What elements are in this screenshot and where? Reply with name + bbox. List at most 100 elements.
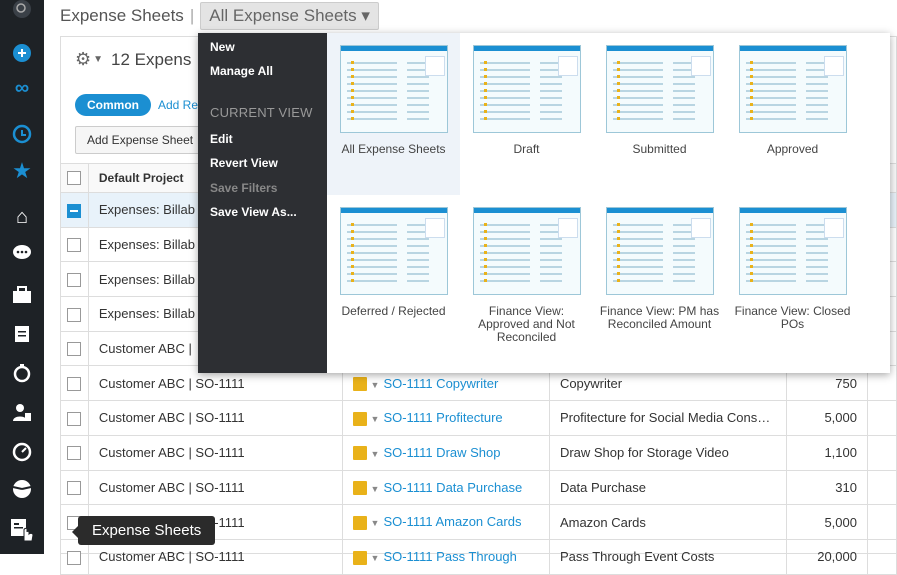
view-tile[interactable]: Finance View: Approved and Not Reconcile… — [460, 195, 593, 357]
menu-save-view-as[interactable]: Save View As... — [210, 205, 297, 219]
view-tile[interactable]: Finance View: Closed POs — [726, 195, 859, 357]
add-expense-sheet-button[interactable]: Add Expense Sheet — [75, 126, 206, 154]
view-tile-label: Approved — [766, 142, 819, 156]
list-header: ⚙ ▼ 12 Expens — [75, 49, 191, 70]
view-tile[interactable]: Finance View: PM has Reconciled Amount — [593, 195, 726, 357]
project-cell: Customer ABC | SO-1111 — [87, 434, 343, 471]
expense-sheet-cell[interactable]: ▼ SO-1111 Profitecture — [341, 400, 550, 436]
select-all-checkbox[interactable] — [60, 163, 89, 193]
extra-cell — [866, 469, 897, 506]
amount-cell: 5,000 — [786, 400, 868, 436]
clipboard-icon[interactable] — [0, 318, 44, 348]
table-row[interactable]: Customer ABC | SO-1111 ▼ SO-1111 Data Pur… — [60, 469, 897, 506]
chat-icon[interactable] — [0, 238, 44, 268]
search-icon[interactable] — [0, 0, 44, 24]
view-tile-label: All Expense Sheets — [341, 142, 446, 156]
description-cell: Pass Through Event Costs — [548, 538, 788, 575]
view-thumbnail — [739, 207, 847, 295]
expense-sheet-link[interactable]: SO-1111 Draw Shop — [383, 445, 500, 460]
extra-cell — [866, 400, 897, 436]
view-tile[interactable]: Draft — [460, 33, 593, 195]
description-cell: Data Purchase — [548, 469, 788, 506]
project-cell: Customer ABC | SO-1111 — [87, 469, 343, 506]
menu-current-view-header: CURRENT VIEW — [210, 105, 313, 120]
view-selector-dropdown[interactable]: All Expense Sheets ▾ — [200, 2, 379, 30]
view-thumbnail — [739, 45, 847, 133]
menu-manage-all[interactable]: Manage All — [210, 64, 273, 78]
view-thumbnail — [606, 207, 714, 295]
chevron-down-icon[interactable]: ▼ — [371, 484, 380, 494]
tab-common[interactable]: Common — [75, 94, 151, 116]
chevron-down-icon[interactable]: ▼ — [371, 518, 380, 528]
chevron-down-icon[interactable]: ▼ — [371, 380, 380, 390]
user-admin-icon[interactable] — [0, 397, 44, 427]
expense-sheet-link[interactable]: SO-1111 Copywriter — [383, 376, 498, 391]
row-checkbox[interactable] — [60, 400, 89, 436]
view-tile[interactable]: Deferred / Rejected — [327, 195, 460, 357]
view-tile[interactable]: All Expense Sheets — [327, 33, 460, 195]
description-cell: Amazon Cards — [548, 504, 788, 540]
infinity-icon[interactable]: ∞ — [0, 73, 44, 103]
view-thumbnail — [340, 207, 448, 295]
amount-cell: 20,000 — [786, 538, 868, 575]
breadcrumb-section[interactable]: Expense Sheets — [60, 6, 184, 26]
pie-chart-icon[interactable] — [0, 474, 44, 504]
sidebar: ∞ ★ ⌂ — [0, 0, 44, 554]
view-thumbnail — [606, 45, 714, 133]
menu-new[interactable]: New — [210, 40, 235, 54]
row-checkbox[interactable] — [60, 296, 89, 332]
add-report-link[interactable]: Add Re — [158, 98, 198, 112]
menu-save-filters: Save Filters — [210, 181, 278, 195]
view-tile-label: Finance View: Closed POs — [734, 304, 851, 331]
amount-cell: 310 — [786, 469, 868, 506]
view-tile[interactable]: Approved — [726, 33, 859, 195]
expense-sheet-cell[interactable]: ▼ SO-1111 Draw Shop — [341, 434, 550, 471]
briefcase-icon[interactable] — [0, 280, 44, 310]
row-checkbox[interactable] — [60, 469, 89, 506]
row-checkbox[interactable] — [60, 192, 89, 228]
amount-cell: 1,100 — [786, 434, 868, 471]
stopwatch-icon[interactable] — [0, 358, 44, 388]
expense-doc-icon — [352, 550, 367, 565]
amount-cell: 5,000 — [786, 504, 868, 540]
project-cell: Customer ABC | SO-1111 — [87, 400, 343, 436]
chevron-down-icon[interactable]: ▼ — [371, 449, 380, 459]
menu-revert-view[interactable]: Revert View — [210, 156, 278, 170]
view-tile-label: Finance View: Approved and Not Reconcile… — [478, 304, 575, 344]
history-icon[interactable] — [0, 119, 44, 149]
menu-edit[interactable]: Edit — [210, 132, 233, 146]
row-checkbox[interactable] — [60, 330, 89, 367]
expense-doc-icon — [352, 446, 367, 461]
table-row[interactable]: Customer ABC | SO-1111 ▼ SO-1111 Profitec… — [60, 400, 897, 436]
expense-sheet-link[interactable]: SO-1111 Data Purchase — [383, 480, 522, 495]
view-tile[interactable]: Submitted — [593, 33, 726, 195]
view-tile-label: Deferred / Rejected — [341, 304, 446, 318]
breadcrumb: Expense Sheets | All Expense Sheets ▾ — [60, 0, 379, 32]
extra-cell — [866, 504, 897, 540]
row-checkbox[interactable] — [60, 261, 89, 298]
row-checkbox[interactable] — [60, 434, 89, 471]
expense-sheets-icon[interactable] — [0, 515, 44, 545]
expense-doc-icon — [352, 481, 367, 496]
chevron-down-icon[interactable]: ▼ — [93, 54, 103, 65]
description-cell: Profitecture for Social Media Cons… — [548, 400, 788, 436]
expense-sheet-link[interactable]: SO-1111 Amazon Cards — [383, 514, 521, 529]
view-menu-actions: New Manage All CURRENT VIEW Edit Revert … — [198, 33, 327, 373]
expense-sheet-cell[interactable]: ▼ SO-1111 Pass Through — [341, 538, 550, 575]
extra-cell — [866, 434, 897, 471]
star-icon[interactable]: ★ — [0, 156, 44, 186]
view-thumbnail — [473, 45, 581, 133]
chevron-down-icon[interactable]: ▼ — [371, 553, 380, 563]
expense-sheet-link[interactable]: SO-1111 Pass Through — [383, 549, 516, 564]
home-icon[interactable]: ⌂ — [0, 202, 44, 232]
table-row[interactable]: Customer ABC | SO-1111 ▼ SO-1111 Draw Sho… — [60, 434, 897, 471]
row-checkbox[interactable] — [60, 226, 89, 263]
dashboard-icon[interactable] — [0, 437, 44, 467]
expense-sheet-cell[interactable]: ▼ SO-1111 Amazon Cards — [341, 504, 550, 540]
chevron-down-icon[interactable]: ▼ — [371, 414, 380, 424]
expense-sheet-link[interactable]: SO-1111 Profitecture — [383, 410, 502, 425]
add-icon[interactable] — [0, 38, 44, 68]
gear-icon[interactable]: ⚙ — [75, 49, 91, 70]
expense-sheet-cell[interactable]: ▼ SO-1111 Data Purchase — [341, 469, 550, 506]
row-checkbox[interactable] — [60, 365, 89, 402]
